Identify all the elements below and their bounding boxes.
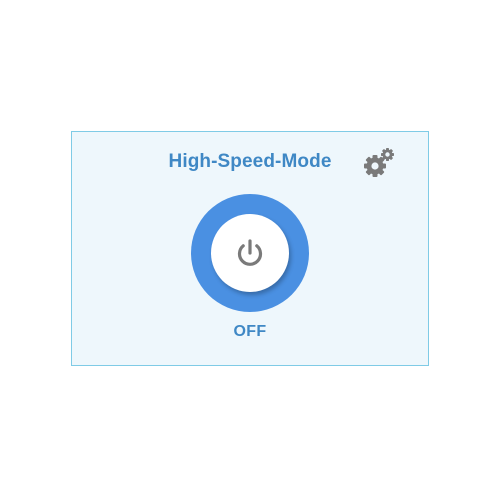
power-toggle-button[interactable] [191, 194, 309, 312]
stage: High-Speed-Mode OFF [0, 0, 500, 500]
status-label: OFF [233, 323, 267, 340]
power-button-face [211, 214, 289, 292]
power-icon [237, 239, 263, 266]
settings-button[interactable] [362, 145, 398, 181]
gears-icon [364, 148, 394, 177]
high-speed-mode-card: High-Speed-Mode OFF [71, 131, 429, 366]
